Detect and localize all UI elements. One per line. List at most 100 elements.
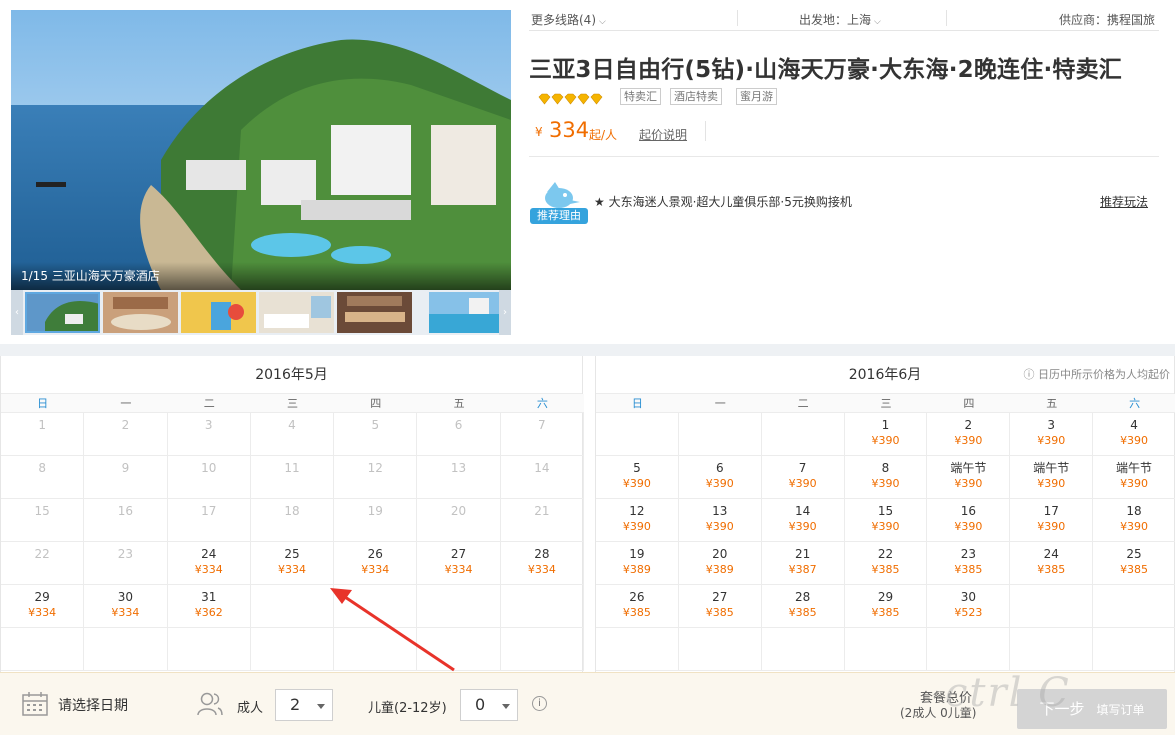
- day-number: 21: [794, 547, 811, 561]
- child-count-select[interactable]: 0: [460, 689, 518, 721]
- calendar-day-cell: 13: [417, 456, 501, 499]
- thumbnail[interactable]: [337, 292, 412, 333]
- main-photo[interactable]: 1/15 三亚山海天万豪酒店: [11, 10, 511, 290]
- calendar-day-cell[interactable]: 16 ¥390: [927, 499, 1011, 542]
- calendar-day-cell[interactable]: 23 ¥385: [927, 542, 1011, 585]
- calendar-day-cell[interactable]: 17 ¥390: [1010, 499, 1094, 542]
- day-number: 6: [454, 418, 463, 432]
- day-number: 5: [371, 418, 380, 432]
- tag-badge[interactable]: 酒店特卖: [670, 88, 722, 105]
- child-count-value: 0: [475, 695, 486, 714]
- thumbnail[interactable]: [25, 292, 100, 333]
- calendar-day-cell[interactable]: 26 ¥334: [334, 542, 418, 585]
- departure-dropdown[interactable]: 出发地：上海 ⌵: [799, 11, 881, 28]
- calendar-month-june: 2016年6月 ⓘ 日历中所示价格为人均起价 日一二三四五六 1 ¥390 2 ¥390…: [595, 356, 1175, 672]
- tag-badge[interactable]: 蜜月游: [736, 88, 777, 105]
- select-date-label[interactable]: 请选择日期: [58, 695, 128, 715]
- day-number: 3: [204, 418, 213, 432]
- calendar-day-cell[interactable]: 18 ¥390: [1093, 499, 1175, 542]
- calendar-day-cell[interactable]: 29 ¥385: [844, 585, 928, 628]
- adult-count-value: 2: [290, 695, 301, 714]
- calendar-day-cell: 19: [334, 499, 418, 542]
- month-title: 2016年5月: [1, 356, 582, 394]
- calendar-day-cell[interactable]: 31 ¥362: [167, 585, 251, 628]
- calendar-day-cell[interactable]: 14 ¥390: [761, 499, 845, 542]
- calendar-price-note: ⓘ 日历中所示价格为人均起价: [1023, 368, 1171, 381]
- calendar-month-may: 2016年5月 日一二三四五六 1 2 3 4 5 6 7 8 9 10 11 12 13 14 15 16 17…: [0, 356, 584, 672]
- calendar-day-cell[interactable]: 24 ¥334: [167, 542, 251, 585]
- calendar-icon: [22, 692, 48, 716]
- calendar-day-cell[interactable]: 30 ¥523: [927, 585, 1011, 628]
- day-number: 18: [1126, 504, 1142, 518]
- calendar-day-cell[interactable]: 27 ¥385: [678, 585, 762, 628]
- divider: [529, 156, 1159, 157]
- price-unit: 起/人: [589, 128, 618, 142]
- calendar-day-cell: 15: [1, 499, 85, 542]
- day-number: 14: [794, 504, 811, 518]
- thumb-prev-arrow[interactable]: ‹: [11, 290, 23, 335]
- day-price: ¥390: [954, 520, 983, 533]
- calendar-day-cell[interactable]: 15 ¥390: [844, 499, 928, 542]
- calendar-day-cell[interactable]: 2 ¥390: [927, 413, 1011, 456]
- calendar-day-cell[interactable]: 端午节 ¥390: [927, 456, 1011, 499]
- calendar-day-cell[interactable]: 12 ¥390: [596, 499, 679, 542]
- calendar-day-cell: [678, 413, 762, 456]
- calendar-day-cell: 21: [500, 499, 584, 542]
- calendar-day-cell[interactable]: 28 ¥385: [761, 585, 845, 628]
- recommend-badge-label: 推荐理由: [530, 208, 588, 224]
- calendar-day-cell: 20: [417, 499, 501, 542]
- calendar-day-cell[interactable]: 26 ¥385: [596, 585, 679, 628]
- calendar-day-cell[interactable]: 端午节 ¥390: [1093, 456, 1175, 499]
- day-price: ¥385: [705, 606, 734, 619]
- calendar-day-cell[interactable]: 25 ¥334: [250, 542, 335, 585]
- calendar-day-cell[interactable]: 19 ¥389: [596, 542, 679, 585]
- price-note-link[interactable]: 起价说明: [639, 126, 687, 143]
- recommend-link[interactable]: 推荐玩法: [1100, 193, 1148, 210]
- day-number: 1: [38, 418, 46, 432]
- calendar-day-cell[interactable]: 1 ¥390: [844, 413, 928, 456]
- calendar-day-cell[interactable]: 28 ¥334: [500, 542, 584, 585]
- day-number: 2: [964, 418, 973, 432]
- diamond-icon: [551, 93, 564, 105]
- calendar-day-cell[interactable]: 5 ¥390: [596, 456, 679, 499]
- calendar-day-cell[interactable]: 25 ¥385: [1093, 542, 1175, 585]
- thumbnail-strip: ‹ ›: [11, 290, 511, 335]
- day-number: 28: [794, 590, 811, 604]
- thumbnail[interactable]: [429, 292, 504, 333]
- calendar-day-cell[interactable]: 29 ¥334: [1, 585, 85, 628]
- calendar-day-cell[interactable]: 13 ¥390: [678, 499, 762, 542]
- thumbnail[interactable]: [181, 292, 256, 333]
- calendar-day-cell[interactable]: 7 ¥390: [761, 456, 845, 499]
- day-price: ¥389: [622, 563, 651, 576]
- calendar-day-cell[interactable]: 30 ¥334: [84, 585, 168, 628]
- calendar-day-cell: 9: [84, 456, 168, 499]
- day-number: 7: [538, 418, 546, 432]
- calendar-day-cell[interactable]: 22 ¥385: [844, 542, 928, 585]
- calendar-day-cell[interactable]: 6 ¥390: [678, 456, 762, 499]
- people-icon: [197, 692, 223, 716]
- thumb-next-arrow[interactable]: ›: [499, 290, 511, 335]
- tag-badge[interactable]: 特卖汇: [620, 88, 661, 105]
- calendar-day-cell: 5: [334, 413, 418, 456]
- calendar-day-cell[interactable]: 4 ¥390: [1093, 413, 1175, 456]
- day-number: 16: [960, 504, 976, 518]
- thumbnail[interactable]: [259, 292, 334, 333]
- thumbnail[interactable]: [103, 292, 178, 333]
- calendar-day-cell[interactable]: 端午节 ¥390: [1010, 456, 1094, 499]
- calendar-day-cell[interactable]: 24 ¥385: [1010, 542, 1094, 585]
- caret-down-icon: [502, 704, 510, 709]
- adult-count-select[interactable]: 2: [275, 689, 333, 721]
- day-number: 17: [1043, 504, 1059, 518]
- calendar-day-cell[interactable]: 8 ¥390: [844, 456, 928, 499]
- weekday-header: 三: [844, 394, 928, 413]
- chevron-down-icon: ⌵: [874, 17, 881, 27]
- calendar-day-cell[interactable]: 21 ¥387: [761, 542, 845, 585]
- calendar-day-cell[interactable]: 20 ¥389: [678, 542, 762, 585]
- calendar-day-cell[interactable]: 27 ¥334: [417, 542, 501, 585]
- info-icon[interactable]: i: [532, 696, 547, 711]
- day-price: ¥390: [622, 477, 651, 490]
- calendar-day-cell[interactable]: 3 ¥390: [1010, 413, 1094, 456]
- dolphin-icon: [545, 182, 580, 208]
- more-routes-dropdown[interactable]: 更多线路(4) ⌵: [531, 11, 606, 28]
- calendar-day-cell: [761, 413, 845, 456]
